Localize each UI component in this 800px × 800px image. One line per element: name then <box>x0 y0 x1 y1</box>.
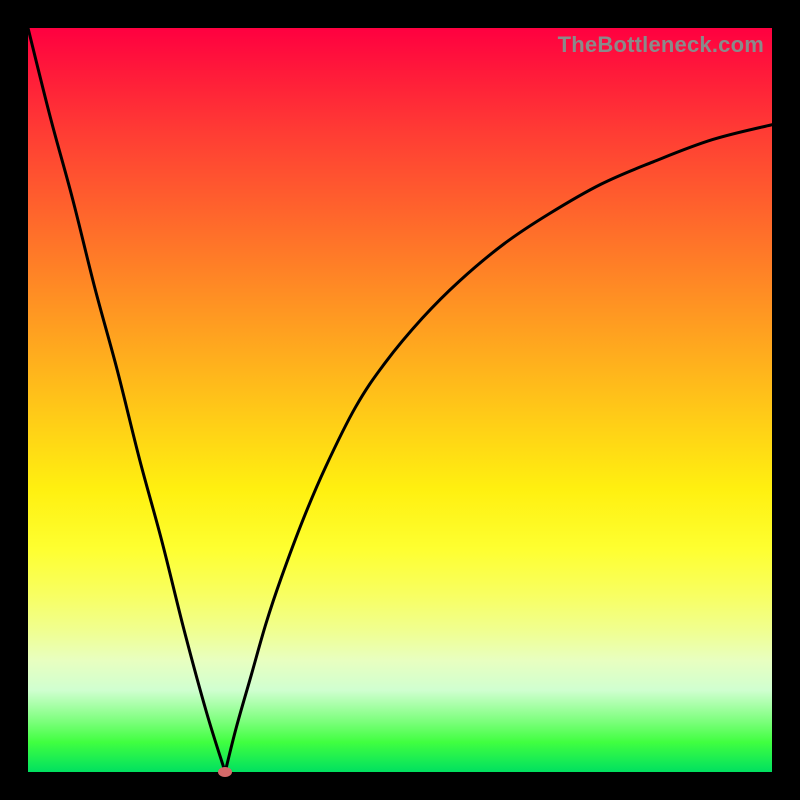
curve-svg <box>28 28 772 772</box>
plot-area: TheBottleneck.com <box>28 28 772 772</box>
chart-frame: TheBottleneck.com <box>0 0 800 800</box>
curve-path <box>28 28 772 772</box>
minimum-marker <box>218 767 232 777</box>
